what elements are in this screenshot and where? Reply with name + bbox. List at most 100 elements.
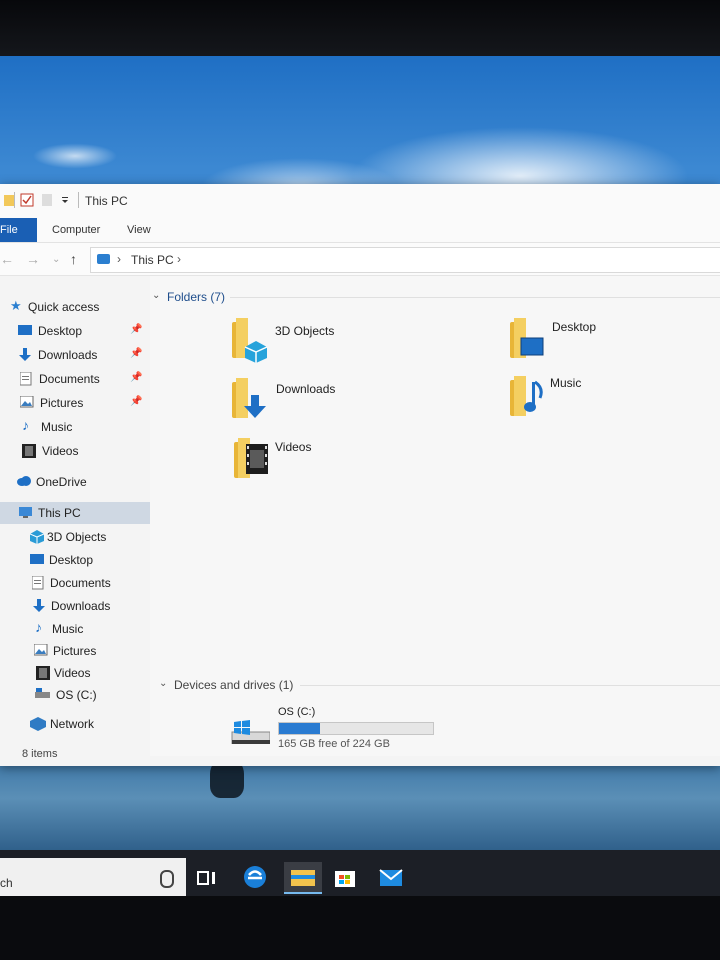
desktop-icon xyxy=(520,337,544,356)
store-icon[interactable] xyxy=(330,862,360,892)
drive-usage-fill xyxy=(279,723,320,734)
sidebar-item-label: OneDrive xyxy=(36,475,87,489)
properties-icon[interactable] xyxy=(20,193,34,207)
breadcrumb-chevron-icon[interactable]: › xyxy=(117,252,121,266)
sidebar-item-label: Desktop xyxy=(38,324,83,338)
sidebar-item-label: Network xyxy=(50,717,95,731)
sidebar-item-desktop[interactable]: Desktop 📌 xyxy=(0,320,150,342)
folder-tile-downloads[interactable]: Downloads xyxy=(230,378,430,428)
desktop-icon xyxy=(30,553,44,567)
folder-tile-music[interactable]: Music xyxy=(508,376,708,426)
folder-label: Videos xyxy=(275,440,312,454)
sidebar-item-documents[interactable]: Documents 📌 xyxy=(0,368,150,390)
sidebar-item-this-pc[interactable]: This PC xyxy=(0,502,150,524)
sidebar-item-label: Downloads xyxy=(51,599,111,613)
sidebar-item-label: Music xyxy=(41,420,73,434)
sidebar-item-videos-pc[interactable]: Videos xyxy=(0,662,150,684)
sidebar-item-music-pc[interactable]: ♪ Music xyxy=(0,618,150,640)
mail-icon[interactable] xyxy=(376,862,406,892)
sidebar-item-label: Downloads xyxy=(38,348,98,362)
folder-tile-3d-objects[interactable]: 3D Objects xyxy=(230,318,430,368)
sidebar-item-pictures[interactable]: Pictures 📌 xyxy=(0,392,150,414)
folder-tile-desktop[interactable]: Desktop xyxy=(508,318,708,368)
folder-tile-videos[interactable]: Videos xyxy=(232,438,432,488)
film-strip-icon xyxy=(246,444,268,474)
sidebar-item-onedrive[interactable]: OneDrive xyxy=(0,471,150,493)
sidebar-item-label: Quick access xyxy=(28,300,100,314)
cloud-icon xyxy=(16,475,31,489)
customize-toolbar-icon[interactable] xyxy=(58,193,72,207)
sidebar-item-downloads-pc[interactable]: Downloads xyxy=(0,595,150,617)
address-bar[interactable]: › This PC › xyxy=(90,247,720,273)
desktop-icon xyxy=(18,324,32,338)
sidebar-item-desktop-pc[interactable]: Desktop xyxy=(0,549,150,571)
collapse-chevron-icon[interactable]: ⌄ xyxy=(159,678,167,689)
new-folder-icon[interactable] xyxy=(40,193,54,207)
up-arrow-icon[interactable]: ↑ xyxy=(70,251,77,267)
this-pc-icon xyxy=(97,254,110,264)
network-icon xyxy=(30,717,46,731)
drive-tile-os-c[interactable]: OS (C:) 165 GB free of 224 GB xyxy=(226,706,446,756)
sidebar-item-documents-pc[interactable]: Documents xyxy=(0,572,150,594)
search-text: ch xyxy=(0,876,13,890)
sidebar-item-quick-access[interactable]: ★ Quick access xyxy=(0,296,150,318)
devices-group-header[interactable]: Devices and drives (1) xyxy=(174,678,293,692)
drive-label: OS (C:) xyxy=(278,706,316,718)
group-divider xyxy=(300,685,720,686)
sidebar-item-music[interactable]: ♪ Music xyxy=(0,416,150,438)
music-note-icon: ♪ xyxy=(22,417,29,433)
sidebar-item-os-c[interactable]: OS (C:) xyxy=(0,684,150,706)
folder-label: Music xyxy=(550,376,582,390)
taskbar-search-box[interactable]: ch xyxy=(0,858,186,896)
sidebar-item-network[interactable]: Network xyxy=(0,713,150,735)
ribbon-tabs: File Computer View xyxy=(0,216,720,243)
title-separator xyxy=(14,192,15,208)
tab-computer[interactable]: Computer xyxy=(52,224,100,236)
tab-file[interactable]: File xyxy=(0,218,37,242)
navigation-bar: ← → ⌄ ↑ › This PC › xyxy=(0,243,720,276)
microphone-icon[interactable] xyxy=(160,870,174,888)
recent-locations-chevron-icon[interactable]: ⌄ xyxy=(52,254,60,265)
sidebar-item-label: Music xyxy=(52,622,84,636)
pin-icon: 📌 xyxy=(130,324,143,335)
sidebar-item-label: Videos xyxy=(42,444,79,458)
drive-icon xyxy=(35,688,50,702)
sidebar-item-label: 3D Objects xyxy=(47,530,107,544)
breadcrumb-chevron-icon[interactable]: › xyxy=(177,252,181,266)
download-arrow-icon xyxy=(244,395,266,418)
sidebar-item-downloads[interactable]: Downloads 📌 xyxy=(0,344,150,366)
screen-bezel-bottom xyxy=(0,896,720,960)
screen-bezel-top xyxy=(0,0,720,58)
folders-group-header[interactable]: Folders (7) xyxy=(167,290,225,304)
download-arrow-icon xyxy=(32,599,46,613)
file-explorer-window: This PC File Computer View ← → ⌄ ↑ › Thi… xyxy=(0,184,720,766)
breadcrumb-this-pc[interactable]: This PC xyxy=(131,253,174,267)
forward-arrow-icon[interactable]: → xyxy=(26,251,40,267)
sidebar-item-3d-objects[interactable]: 3D Objects xyxy=(0,526,150,548)
sidebar-item-label: Desktop xyxy=(49,553,94,567)
picture-icon xyxy=(33,643,48,658)
sidebar-item-label: Pictures xyxy=(40,396,84,410)
navigation-pane: ★ Quick access Desktop 📌 Downloads 📌 Doc… xyxy=(0,276,150,736)
sidebar-item-label: Documents xyxy=(39,372,100,386)
edge-browser-icon[interactable] xyxy=(240,862,270,892)
window-title: This PC xyxy=(85,194,128,208)
folder-label: Downloads xyxy=(276,382,336,396)
back-arrow-icon[interactable]: ← xyxy=(0,251,14,267)
picture-icon xyxy=(19,395,34,410)
star-icon: ★ xyxy=(10,298,22,313)
download-arrow-icon xyxy=(18,348,32,362)
task-view-icon[interactable] xyxy=(194,862,224,892)
title-separator xyxy=(78,192,79,208)
music-note-icon xyxy=(524,380,543,412)
sidebar-item-pictures-pc[interactable]: Pictures xyxy=(0,640,150,662)
folder-label: 3D Objects xyxy=(275,324,335,338)
collapse-chevron-icon[interactable]: ⌄ xyxy=(152,290,160,301)
tab-view[interactable]: View xyxy=(127,224,151,236)
sidebar-item-label: OS (C:) xyxy=(56,688,97,702)
sidebar-item-label: Videos xyxy=(54,666,91,680)
document-icon xyxy=(31,575,46,590)
sidebar-item-videos[interactable]: Videos xyxy=(0,440,150,462)
group-divider xyxy=(230,297,720,298)
file-explorer-taskbar-icon[interactable] xyxy=(284,862,322,894)
